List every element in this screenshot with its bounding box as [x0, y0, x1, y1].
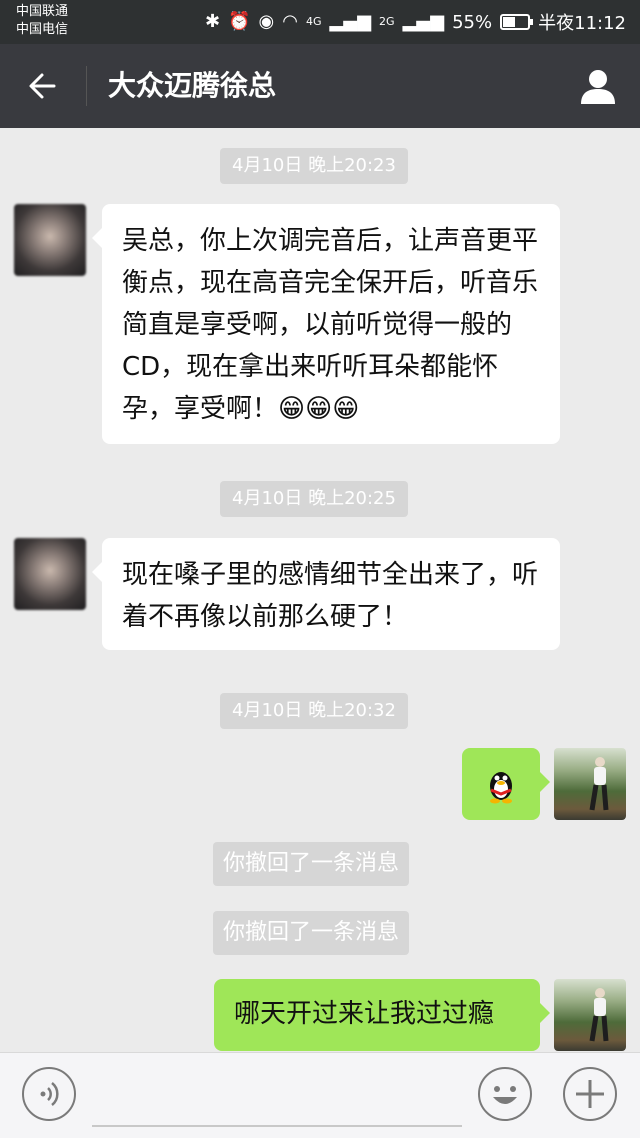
eye-icon: ◉: [258, 11, 275, 32]
person-photo-icon: [589, 988, 609, 1042]
signal-4g-label: 4G: [305, 15, 322, 28]
message-text: 现在嗓子里的感情细节全出来了，听着不再像以前那么硬了！: [122, 560, 539, 632]
message-input[interactable]: [92, 1125, 462, 1127]
carrier-info: 中国联通 中国电信: [16, 3, 68, 39]
avatar-self[interactable]: [554, 979, 626, 1051]
avatar-contact[interactable]: [14, 538, 86, 610]
recall-notice: 你撤回了一条消息: [213, 911, 410, 955]
qq-penguin-icon: [490, 772, 512, 804]
alarm-icon: ⏰: [228, 11, 251, 32]
person-photo-icon: [589, 757, 609, 811]
more-button[interactable]: [563, 1067, 617, 1121]
battery-percent: 55%: [452, 11, 493, 33]
signal-bars-icon-2: ▂▄▆: [402, 11, 445, 32]
clock: 半夜11:12: [538, 13, 626, 34]
grin-emoji-icon: 😁😁😁: [278, 394, 360, 424]
battery-fill: [503, 17, 516, 27]
voice-button[interactable]: [22, 1067, 76, 1121]
avatar-self[interactable]: [554, 748, 626, 820]
emoji-button[interactable]: [478, 1067, 532, 1121]
message-text: 哪天开过来让我过过瘾: [234, 999, 495, 1029]
timestamp: 4月10日 晚上20:32: [220, 693, 408, 729]
title-divider: [86, 66, 87, 106]
carrier-1: 中国联通: [16, 4, 69, 19]
battery-icon: [500, 14, 534, 30]
chat-title: 大众迈腾徐总: [108, 69, 277, 102]
signal-2g-label: 2G: [379, 15, 395, 28]
message-bubble-received[interactable]: 吴总，你上次调完音后，让声音更平衡点，现在高音完全保开后，听音乐简直是享受啊，以…: [92, 204, 560, 444]
message-bubble-sent[interactable]: [462, 748, 550, 820]
signal-bars-icon: ▂▄▆: [329, 11, 372, 32]
timestamp: 4月10日 晚上20:23: [220, 148, 408, 184]
voice-icon: [40, 1082, 59, 1106]
carrier-2: 中国电信: [16, 22, 69, 37]
message-bubble-sent[interactable]: 哪天开过来让我过过瘾: [214, 979, 550, 1051]
wifi-icon: ◠: [282, 11, 298, 32]
back-arrow-icon[interactable]: [26, 66, 66, 106]
bluetooth-icon: ✱: [205, 11, 221, 32]
message-bubble-received[interactable]: 现在嗓子里的感情细节全出来了，听着不再像以前那么硬了！: [92, 538, 560, 650]
profile-icon[interactable]: [578, 66, 618, 106]
title-bar: 大众迈腾徐总: [0, 44, 640, 128]
smiley-icon: [493, 1086, 517, 1104]
plus-icon: [576, 1080, 604, 1108]
status-icons: ✱ ⏰ ◉ ◠ 4G ▂▄▆ 2G ▂▄▆ 55% 半夜11:12: [205, 8, 626, 36]
chat-area[interactable]: 4月10日 晚上20:23 吴总，你上次调完音后，让声音更平衡点，现在高音完全保…: [0, 128, 640, 1052]
avatar-contact[interactable]: [14, 204, 86, 276]
timestamp: 4月10日 晚上20:25: [220, 481, 408, 517]
input-bar: [0, 1052, 640, 1138]
status-bar: 中国联通 中国电信 ✱ ⏰ ◉ ◠ 4G ▂▄▆ 2G ▂▄▆ 55% 半夜11…: [0, 0, 640, 44]
recall-notice: 你撤回了一条消息: [213, 842, 410, 886]
